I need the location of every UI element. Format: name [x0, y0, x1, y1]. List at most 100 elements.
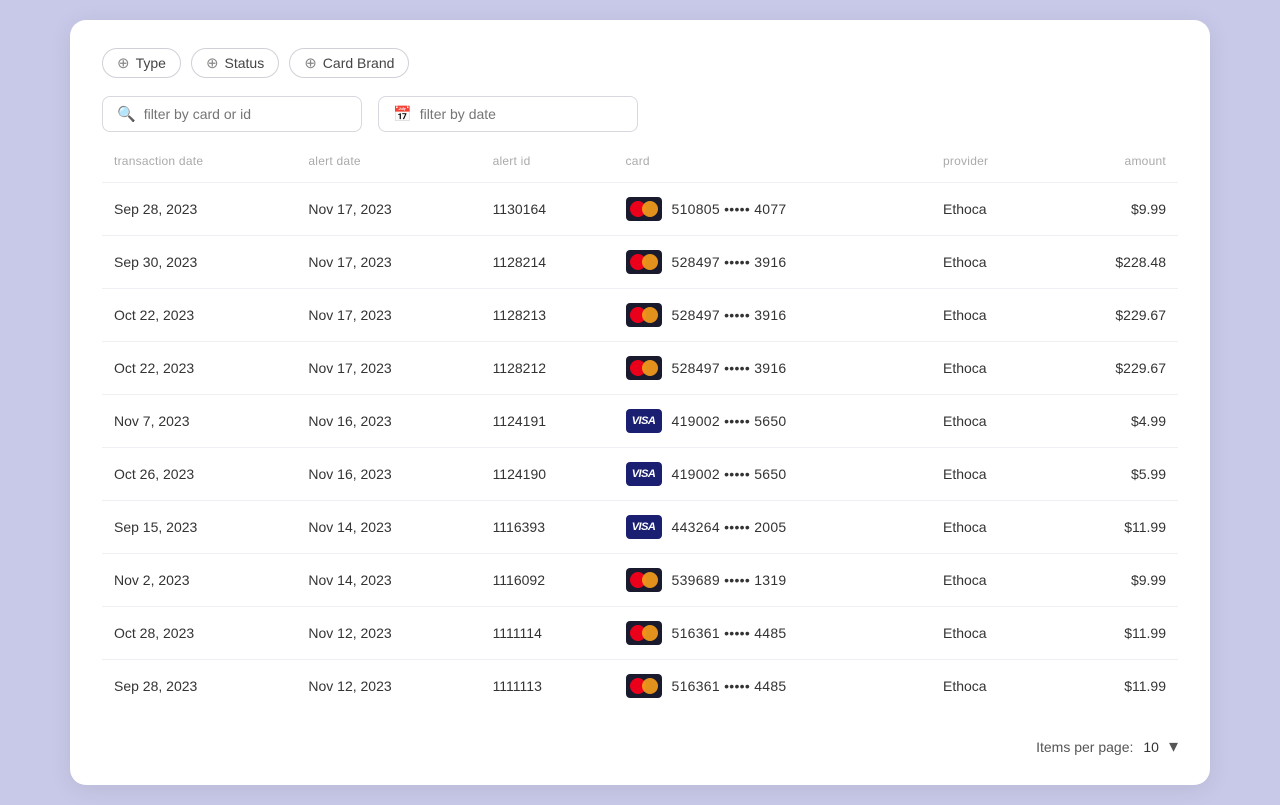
cell-alert-date: Nov 12, 2023 — [296, 607, 480, 660]
cell-amount: $9.99 — [1050, 554, 1178, 607]
col-header-alert-id: alert id — [481, 154, 614, 183]
main-card: ⊕ Type ⊕ Status ⊕ Card Brand 🔍 📅 transac… — [70, 20, 1210, 785]
table-row[interactable]: Oct 22, 2023Nov 17, 20231128213528497 ••… — [102, 289, 1178, 342]
items-per-page-label: Items per page: — [1036, 739, 1133, 755]
cell-card: 528497 ••••• 3916 — [614, 342, 931, 395]
table-row[interactable]: Oct 28, 2023Nov 12, 20231111114 516361 ••… — [102, 607, 1178, 660]
mastercard-logo — [626, 568, 662, 592]
cell-alert-date: Nov 17, 2023 — [296, 342, 480, 395]
cell-alert-id: 1124191 — [481, 395, 614, 448]
cell-alert-id: 1111114 — [481, 607, 614, 660]
cell-alert-date: Nov 17, 2023 — [296, 289, 480, 342]
cell-amount: $4.99 — [1050, 395, 1178, 448]
cell-provider: Ethoca — [931, 448, 1050, 501]
cell-alert-id: 1124190 — [481, 448, 614, 501]
cell-alert-id: 1128214 — [481, 236, 614, 289]
card-number: 528497 ••••• 3916 — [672, 307, 787, 323]
table-row[interactable]: Sep 28, 2023Nov 12, 20231111113516361 ••… — [102, 660, 1178, 713]
date-search-input[interactable] — [420, 106, 623, 122]
cell-alert-date: Nov 14, 2023 — [296, 554, 480, 607]
cell-alert-date: Nov 14, 2023 — [296, 501, 480, 554]
cell-card: 528497 ••••• 3916 — [614, 289, 931, 342]
cell-transaction-date: Oct 26, 2023 — [102, 448, 296, 501]
visa-logo: VISA — [626, 515, 662, 539]
cell-alert-date: Nov 12, 2023 — [296, 660, 480, 713]
transactions-table-wrapper: transaction date alert date alert id car… — [102, 154, 1178, 712]
cell-amount: $9.99 — [1050, 183, 1178, 236]
visa-logo: VISA — [626, 462, 662, 486]
cell-provider: Ethoca — [931, 607, 1050, 660]
cell-transaction-date: Nov 2, 2023 — [102, 554, 296, 607]
cell-card: 528497 ••••• 3916 — [614, 236, 931, 289]
table-row[interactable]: Sep 15, 2023Nov 14, 20231116393VISA44326… — [102, 501, 1178, 554]
cell-alert-date: Nov 16, 2023 — [296, 395, 480, 448]
card-number: 516361 ••••• 4485 — [672, 678, 787, 694]
card-number: 419002 ••••• 5650 — [672, 466, 787, 482]
cell-transaction-date: Oct 28, 2023 — [102, 607, 296, 660]
cell-amount: $11.99 — [1050, 607, 1178, 660]
cell-card: VISA 419002 ••••• 5650 — [614, 448, 931, 501]
cell-alert-id: 1116393 — [481, 501, 614, 554]
card-number: 516361 ••••• 4485 — [672, 625, 787, 641]
cell-provider: Ethoca — [931, 501, 1050, 554]
mastercard-logo — [626, 303, 662, 327]
cell-provider: Ethoca — [931, 395, 1050, 448]
type-filter-button[interactable]: ⊕ Type — [102, 48, 181, 78]
cell-card: VISA 419002 ••••• 5650 — [614, 395, 931, 448]
mastercard-logo — [626, 197, 662, 221]
mastercard-logo — [626, 674, 662, 698]
cell-provider: Ethoca — [931, 289, 1050, 342]
date-search-wrapper: 📅 — [378, 96, 638, 132]
card-number: 528497 ••••• 3916 — [672, 254, 787, 270]
cell-card: 516361 ••••• 4485 — [614, 660, 931, 713]
card-search-input[interactable] — [144, 106, 347, 122]
status-filter-button[interactable]: ⊕ Status — [191, 48, 279, 78]
cell-amount: $5.99 — [1050, 448, 1178, 501]
col-header-alert-date: alert date — [296, 154, 480, 183]
table-header-row: transaction date alert date alert id car… — [102, 154, 1178, 183]
cell-provider: Ethoca — [931, 236, 1050, 289]
cell-transaction-date: Oct 22, 2023 — [102, 342, 296, 395]
calendar-icon: 📅 — [393, 105, 412, 123]
mastercard-logo — [626, 250, 662, 274]
card-brand-filter-label: Card Brand — [323, 55, 395, 71]
col-header-card: card — [614, 154, 931, 183]
plus-icon-status: ⊕ — [206, 56, 219, 71]
items-per-page-value: 10 — [1143, 739, 1159, 755]
col-header-amount: amount — [1050, 154, 1178, 183]
table-footer: Items per page: 10 ▾ — [102, 736, 1178, 757]
table-row[interactable]: Nov 7, 2023Nov 16, 20231124191 VISA 419002… — [102, 395, 1178, 448]
table-row[interactable]: Oct 22, 2023Nov 17, 20231128212528497 ••… — [102, 342, 1178, 395]
cell-alert-date: Nov 17, 2023 — [296, 236, 480, 289]
cell-transaction-date: Nov 7, 2023 — [102, 395, 296, 448]
cell-alert-id: 1116092 — [481, 554, 614, 607]
card-number: 539689 ••••• 1319 — [672, 572, 787, 588]
cell-alert-id: 1130164 — [481, 183, 614, 236]
visa-logo: VISA — [626, 409, 662, 433]
table-row[interactable]: Oct 26, 2023Nov 16, 20231124190VISA41900… — [102, 448, 1178, 501]
cell-provider: Ethoca — [931, 183, 1050, 236]
card-number: 419002 ••••• 5650 — [672, 413, 787, 429]
cell-amount: $228.48 — [1050, 236, 1178, 289]
table-row[interactable]: Sep 28, 2023Nov 17, 20231130164510805 ••… — [102, 183, 1178, 236]
cell-amount: $11.99 — [1050, 660, 1178, 713]
cell-transaction-date: Sep 28, 2023 — [102, 660, 296, 713]
search-icon: 🔍 — [117, 105, 136, 123]
table-row[interactable]: Nov 2, 2023Nov 14, 20231116092 539689 •••… — [102, 554, 1178, 607]
card-brand-filter-button[interactable]: ⊕ Card Brand — [289, 48, 409, 78]
cell-alert-id: 1128212 — [481, 342, 614, 395]
items-per-page-dropdown-icon[interactable]: ▾ — [1169, 736, 1178, 757]
filter-buttons-row: ⊕ Type ⊕ Status ⊕ Card Brand — [102, 48, 1178, 78]
search-row: 🔍 📅 — [102, 96, 1178, 132]
cell-transaction-date: Sep 28, 2023 — [102, 183, 296, 236]
col-header-transaction-date: transaction date — [102, 154, 296, 183]
transactions-table: transaction date alert date alert id car… — [102, 154, 1178, 712]
cell-card: 539689 ••••• 1319 — [614, 554, 931, 607]
plus-icon-card-brand: ⊕ — [304, 56, 317, 71]
col-header-provider: provider — [931, 154, 1050, 183]
table-row[interactable]: Sep 30, 2023Nov 17, 20231128214 528497 ••… — [102, 236, 1178, 289]
cell-provider: Ethoca — [931, 554, 1050, 607]
card-search-wrapper: 🔍 — [102, 96, 362, 132]
cell-transaction-date: Sep 30, 2023 — [102, 236, 296, 289]
cell-transaction-date: Sep 15, 2023 — [102, 501, 296, 554]
